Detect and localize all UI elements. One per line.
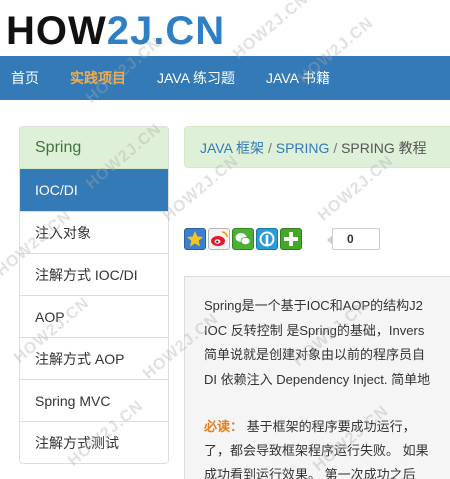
sidebar-item-inject-object[interactable]: 注入对象: [20, 211, 168, 253]
paragraph-line: 简单说就是创建对象由以前的程序员自: [204, 347, 426, 362]
share-count: 0: [327, 228, 380, 250]
nav-java-exercises[interactable]: JAVA 练习题: [157, 56, 235, 100]
main-navbar: 首页 实践项目 JAVA 练习题 JAVA 书籍: [0, 56, 450, 100]
sidebar-item-ioc-di[interactable]: IOC/DI: [20, 169, 168, 211]
paragraph-line: IOC 反转控制 是Spring的基础，Invers: [204, 323, 425, 338]
sidebar-item-annotation-aop[interactable]: 注解方式 AOP: [20, 337, 168, 379]
more-share-plus-icon[interactable]: [280, 228, 302, 250]
breadcrumb-spring[interactable]: SPRING: [276, 140, 330, 156]
sidebar-item-annotation-ioc[interactable]: 注解方式 IOC/DI: [20, 253, 168, 295]
sidebar-item-aop[interactable]: AOP: [20, 295, 168, 337]
logo-part-cn: .CN: [153, 9, 226, 53]
sidebar-item-spring-mvc[interactable]: Spring MVC: [20, 379, 168, 421]
qzone-icon[interactable]: [256, 228, 278, 250]
sidebar-item-annotation-test[interactable]: 注解方式测试: [20, 421, 168, 463]
wechat-icon[interactable]: [232, 228, 254, 250]
nav-java-books[interactable]: JAVA 书籍: [266, 56, 330, 100]
must-read-text: 基于框架的程序要成功运行，: [243, 419, 416, 434]
paragraph-line: Spring是一个基于IOC和AOP的结构J2: [204, 298, 423, 313]
nav-projects[interactable]: 实践项目: [70, 56, 126, 100]
breadcrumb: JAVA 框架 / SPRING / SPRING 教程: [184, 126, 450, 168]
breadcrumb-separator: /: [267, 140, 272, 156]
weibo-icon[interactable]: [208, 228, 230, 250]
must-read-line: 必读： 基于框架的程序要成功运行，: [204, 415, 416, 439]
sidebar: Spring IOC/DI 注入对象 注解方式 IOC/DI AOP 注解方式 …: [19, 126, 169, 464]
site-logo[interactable]: HOW2J.CN: [6, 9, 225, 53]
sidebar-title: Spring: [20, 127, 168, 169]
logo-part-how: HOW: [6, 9, 107, 53]
breadcrumb-current: SPRING 教程: [341, 140, 427, 156]
logo-part-2j: 2J: [106, 9, 154, 53]
header: HOW2J.CN: [0, 0, 450, 56]
breadcrumb-java-framework[interactable]: JAVA 框架: [200, 140, 264, 156]
paragraph-line: DI 依赖注入 Dependency Inject. 简单地: [204, 372, 431, 387]
paragraph-line: 了，都会导致框架程序运行失败。 如果: [204, 443, 429, 458]
article-content: Spring是一个基于IOC和AOP的结构J2 IOC 反转控制 是Spring…: [184, 276, 450, 479]
nav-home[interactable]: 首页: [11, 56, 39, 100]
breadcrumb-separator: /: [333, 140, 338, 156]
must-read-label: 必读：: [204, 419, 244, 434]
paragraph-line: 成功看到运行效果。 第一次成功之后: [204, 467, 416, 479]
favorite-star-icon[interactable]: [184, 228, 206, 250]
